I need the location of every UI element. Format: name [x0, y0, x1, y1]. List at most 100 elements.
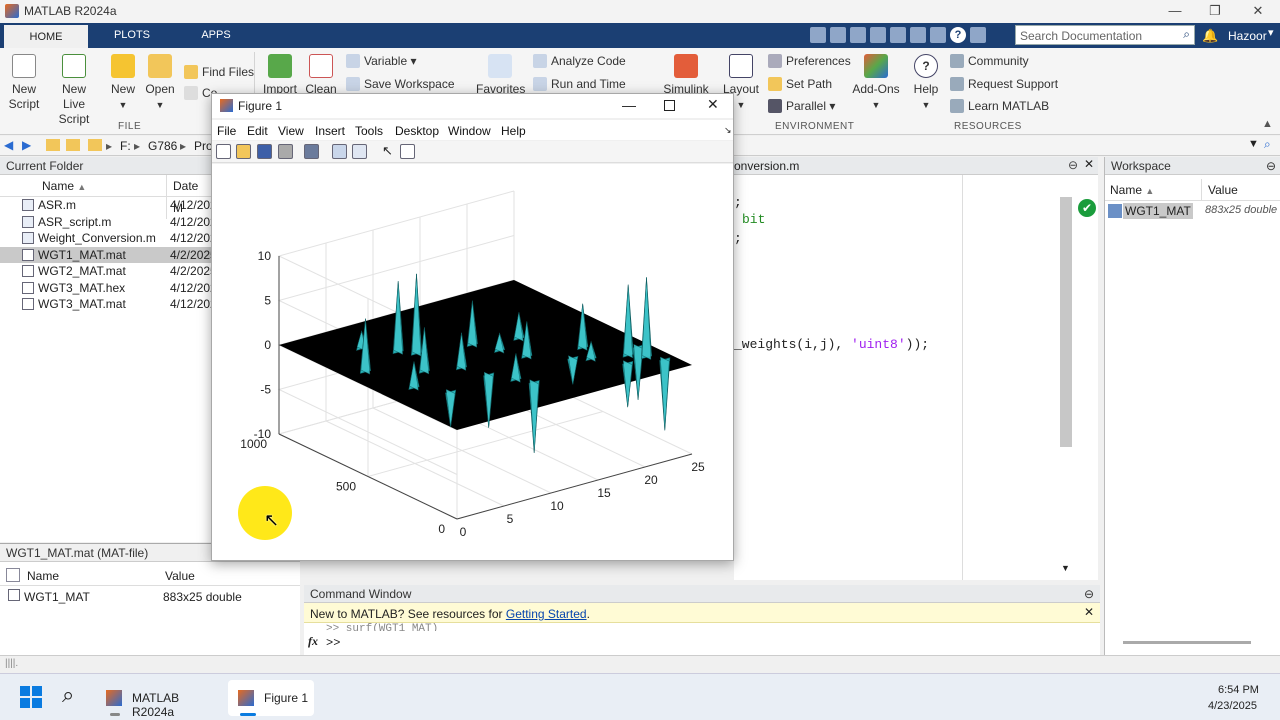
clean-data-button[interactable]: Clean [303, 54, 339, 97]
path-folder[interactable]: G786 [148, 139, 177, 153]
up-folder-icon[interactable] [46, 139, 60, 151]
menu-window[interactable]: Window [448, 124, 491, 138]
new-figure-icon[interactable] [216, 144, 231, 159]
path-folder[interactable]: Pro [194, 139, 213, 153]
editor-tab[interactable]: onversion.m [734, 159, 799, 173]
open-button[interactable]: Open ▼ [144, 54, 176, 113]
preferences-button[interactable]: Preferences [768, 54, 851, 68]
maximize-button[interactable]: ❐ [1195, 0, 1235, 23]
cut-icon[interactable] [830, 27, 846, 43]
workspace-col-value[interactable]: Value [1201, 179, 1238, 201]
figure-close-button[interactable]: ✕ [707, 96, 719, 113]
menu-help[interactable]: Help [501, 124, 526, 138]
file-row[interactable]: WGT2_MAT.mat 4/2/2025 [0, 263, 217, 280]
user-account[interactable]: Hazoor [1228, 29, 1267, 43]
fx-icon[interactable]: fx [308, 634, 318, 649]
pointer-icon[interactable]: ↖ [382, 143, 393, 159]
copy-icon[interactable] [850, 27, 866, 43]
menu-edit[interactable]: Edit [247, 124, 268, 138]
address-dropdown-icon[interactable]: ▼ [1248, 138, 1259, 150]
back-icon[interactable]: ◀ [4, 138, 13, 152]
search-icon[interactable]: ⌕ [1183, 27, 1190, 42]
settings-icon[interactable] [970, 27, 986, 43]
file-row[interactable]: WGT3_MAT.hex 4/12/202 [0, 280, 217, 297]
getting-started-link[interactable]: Getting Started [506, 607, 587, 621]
search-input[interactable]: Search Documentation ⌕ [1015, 25, 1195, 45]
save-icon[interactable] [810, 27, 826, 43]
file-row[interactable]: ASR.m 4/12/202 [0, 197, 217, 214]
tab-apps[interactable]: APPS [184, 23, 248, 48]
code-check-ok-icon[interactable]: ✔ [1078, 199, 1096, 217]
menu-file[interactable]: File [217, 124, 236, 138]
forward-icon[interactable]: ▶ [22, 138, 31, 152]
user-dropdown-icon[interactable]: ▾ [1268, 26, 1274, 39]
notification-bell-icon[interactable]: 🔔 [1202, 28, 1218, 44]
learn-matlab-button[interactable]: Learn MATLAB [950, 99, 1049, 113]
taskbar-matlab-app[interactable]: MATLAB R2024a [100, 680, 220, 719]
add-ons-button[interactable]: Add-Ons ▼ [852, 54, 900, 113]
paste-icon[interactable] [870, 27, 886, 43]
file-row[interactable]: WGT3_MAT.mat 4/12/202 [0, 296, 217, 313]
variable-button[interactable]: Variable ▾ [346, 54, 417, 68]
minimize-button[interactable]: — [1155, 0, 1195, 23]
banner-close-icon[interactable]: ✕ [1084, 605, 1094, 619]
new-live-script-button[interactable]: New Live Script [46, 54, 102, 127]
property-editor-icon[interactable] [400, 144, 415, 159]
set-path-button[interactable]: Set Path [768, 77, 832, 91]
editor-scrollbar[interactable] [1060, 197, 1072, 447]
redo-icon[interactable] [910, 27, 926, 43]
legend-icon[interactable] [352, 144, 367, 159]
menu-view[interactable]: View [278, 124, 304, 138]
workspace-hscroll[interactable] [1123, 641, 1251, 644]
scroll-down-icon[interactable]: ▼ [1061, 563, 1070, 573]
close-button[interactable]: ✕ [1238, 0, 1278, 23]
import-button[interactable]: Import [262, 54, 298, 97]
save-figure-icon[interactable] [257, 144, 272, 159]
save-workspace-button[interactable]: Save Workspace [346, 77, 455, 91]
file-row[interactable]: WGT1_MAT.mat 4/2/2025 [0, 246, 217, 263]
taskbar-search-icon[interactable]: ⌕ [62, 682, 74, 708]
community-button[interactable]: Community [950, 54, 1029, 68]
editor-code-line[interactable]: ; [734, 231, 742, 246]
search-folder-icon[interactable]: ⌕ [1264, 137, 1271, 152]
analyze-code-button[interactable]: Analyze Code [533, 54, 626, 68]
new-button[interactable]: New ▼ [108, 54, 138, 113]
editor-code-line[interactable]: ; [734, 195, 742, 210]
menu-desktop[interactable]: Desktop [395, 124, 439, 138]
tab-plots[interactable]: PLOTS [100, 23, 164, 48]
menu-insert[interactable]: Insert [315, 124, 345, 138]
path-drive[interactable]: F: [120, 139, 131, 153]
clock-time[interactable]: 6:54 PM [1218, 684, 1259, 696]
editor-close-icon[interactable]: ✕ [1084, 157, 1094, 171]
workspace-row[interactable]: WGT1_MAT 883x25 double [1105, 201, 1280, 221]
link-plot-icon[interactable] [304, 144, 319, 159]
editor-code-comment[interactable]: bit [742, 212, 765, 227]
help-button[interactable]: ? Help ▼ [910, 54, 942, 113]
workspace-menu-icon[interactable]: ⊖ [1266, 157, 1276, 175]
undo-icon[interactable] [890, 27, 906, 43]
command-menu-icon[interactable]: ⊖ [1084, 585, 1094, 603]
help-icon[interactable]: ? [950, 27, 966, 43]
find-files-button[interactable]: Find Files [184, 65, 254, 79]
workspace-col-name[interactable]: Name ▲ [1110, 183, 1154, 197]
windows-start-icon[interactable] [20, 686, 42, 708]
taskbar-figure-app[interactable]: Figure 1 [228, 680, 314, 716]
surface-chart[interactable]: -10-50510051015202505001000 [212, 164, 733, 560]
clock-date[interactable]: 4/23/2025 [1208, 700, 1257, 712]
new-script-button[interactable]: New Script [6, 54, 42, 112]
collapse-ribbon-icon[interactable]: ▲ [1262, 118, 1273, 130]
figure-maximize-button[interactable] [664, 100, 675, 111]
editor-menu-icon[interactable]: ⊖ [1068, 158, 1078, 172]
command-prompt[interactable]: >> [326, 636, 340, 650]
favorites-button[interactable]: Favorites [476, 54, 525, 97]
print-icon[interactable] [278, 144, 293, 159]
file-row[interactable]: ASR_script.m 4/12/202 [0, 214, 217, 231]
details-row[interactable]: WGT1_MAT 883x25 double [0, 586, 300, 606]
request-support-button[interactable]: Request Support [950, 77, 1058, 91]
figure-minimize-button[interactable]: — [622, 97, 636, 113]
tab-home[interactable]: HOME [4, 25, 88, 48]
parallel-button[interactable]: Parallel ▾ [768, 99, 835, 113]
file-row[interactable]: Weight_Conversion.m 4/12/202 [0, 230, 217, 247]
colorbar-icon[interactable] [332, 144, 347, 159]
browse-folder-icon[interactable] [66, 139, 80, 151]
